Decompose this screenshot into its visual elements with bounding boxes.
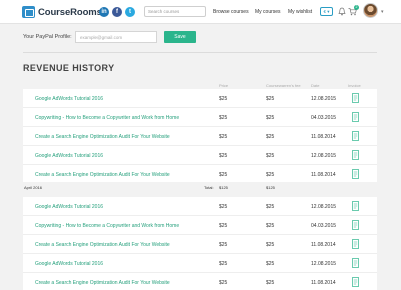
date-cell: 12.08.2015 [311,261,337,267]
fee-cell: $25 [266,115,275,121]
search-input[interactable]: Search courses [144,6,206,17]
invoice-icon[interactable] [352,277,359,287]
linkedin-icon[interactable]: in [99,7,109,17]
course-title-link[interactable]: Google AdWords Tutorial 2016 [35,261,103,267]
price-cell: $25 [219,172,228,178]
course-title-link[interactable]: Copywriting - How to Become a Copywriter… [35,115,179,121]
date-cell: 11.08.2014 [311,172,336,178]
course-title-link[interactable]: Create a Search Engine Optimization Audi… [35,242,170,248]
table-row: Create a Search Engine Optimization Audi… [23,164,377,183]
date-cell: 11.08.2014 [311,134,336,140]
course-title-link[interactable]: Create a Search Engine Optimization Audi… [35,172,170,178]
price-cell: $25 [219,153,228,159]
invoice-icon[interactable] [352,239,359,249]
fee-cell: $25 [266,204,275,210]
course-title-link[interactable]: Create a Search Engine Optimization Audi… [35,134,170,140]
summary-period: April 2016 [24,185,43,190]
top-navigation-bar: CourseRooms in f t Search courses Browse… [0,0,401,24]
table-row: Create a Search Engine Optimization Audi… [23,126,377,145]
date-cell: 11.08.2014 [311,280,336,286]
price-cell: $25 [219,261,228,267]
column-header-invoice: Invoice [348,83,361,88]
course-title-link[interactable]: Google AdWords Tutorial 2016 [35,153,103,159]
summary-fee-total: $125 [266,185,275,190]
facebook-icon[interactable]: f [112,7,122,17]
bell-icon[interactable] [338,7,346,16]
table-row: Create a Search Engine Optimization Audi… [23,234,377,253]
invoice-icon[interactable] [352,220,359,230]
avatar[interactable] [363,3,378,18]
currency-selector[interactable]: € ▾ [320,7,333,16]
fee-cell: $25 [266,223,275,229]
invoice-icon[interactable] [352,169,359,179]
price-cell: $25 [219,204,228,210]
paypal-label: Your PayPal Profile: [23,34,72,40]
course-title-link[interactable]: Google AdWords Tutorial 2016 [35,204,103,210]
section-title: REVENUE HISTORY [23,63,115,73]
fee-cell: $25 [266,261,275,267]
fee-cell: $25 [266,242,275,248]
table-row: Copywriting - How to Become a Copywriter… [23,215,377,234]
nav-my-courses[interactable]: My courses [255,9,281,15]
invoice-icon[interactable] [352,93,359,103]
course-title-link[interactable]: Google AdWords Tutorial 2016 [35,96,103,102]
table-row: Google AdWords Tutorial 2016 $25 $25 12.… [23,145,377,164]
price-cell: $25 [219,115,228,121]
logo-icon [22,6,35,18]
invoice-icon[interactable] [352,112,359,122]
date-cell: 04.03.2015 [311,115,337,121]
twitter-icon[interactable]: t [125,7,135,17]
table-row: Copywriting - How to Become a Copywriter… [23,107,377,126]
table-row: Google AdWords Tutorial 2016 $25 $25 12.… [23,197,377,216]
table-row: Google AdWords Tutorial 2016 $25 $25 12.… [23,253,377,272]
column-header-date: Date [311,83,320,88]
fee-cell: $25 [266,153,275,159]
logo[interactable]: CourseRooms [22,5,102,19]
invoice-icon[interactable] [352,201,359,211]
price-cell: $25 [219,134,228,140]
summary-row: April 2016 Total: $125 $125 [23,182,377,193]
nav-my-wishlist[interactable]: My wishlist [288,9,312,15]
cart-count-badge: 2 [354,5,359,10]
invoice-icon[interactable] [352,131,359,141]
date-cell: 04.03.2015 [311,223,337,229]
summary-total-label: Total: [204,185,214,190]
summary-price-total: $125 [219,185,228,190]
divider [23,52,377,53]
date-cell: 12.08.2015 [311,204,337,210]
column-header-price: Price [219,83,229,88]
date-cell: 12.08.2015 [311,153,337,159]
revenue-group-card: Google AdWords Tutorial 2016 $25 $25 12.… [23,197,377,290]
course-title-link[interactable]: Create a Search Engine Optimization Audi… [35,280,170,286]
price-cell: $25 [219,280,228,286]
chevron-down-icon[interactable]: ▾ [381,9,384,15]
fee-cell: $25 [266,172,275,178]
table-row: Create a Search Engine Optimization Audi… [23,272,377,290]
paypal-email-input[interactable]: example@gmail.com [75,31,157,43]
revenue-group-card: Google AdWords Tutorial 2016 $25 $25 12.… [23,89,377,182]
invoice-icon[interactable] [352,150,359,160]
fee-cell: $25 [266,96,275,102]
nav-browse-courses[interactable]: Browse courses [213,9,249,15]
date-cell: 12.08.2015 [311,96,337,102]
price-cell: $25 [219,96,228,102]
column-header-fee: Coursewarren's fee [266,83,301,88]
course-title-link[interactable]: Copywriting - How to Become a Copywriter… [35,223,179,229]
save-button[interactable]: Save [164,31,196,43]
logo-text: CourseRooms [38,6,102,18]
fee-cell: $25 [266,134,275,140]
price-cell: $25 [219,223,228,229]
table-row: Google AdWords Tutorial 2016 $25 $25 12.… [23,89,377,108]
invoice-icon[interactable] [352,258,359,268]
date-cell: 11.08.2014 [311,242,336,248]
fee-cell: $25 [266,280,275,286]
price-cell: $25 [219,242,228,248]
